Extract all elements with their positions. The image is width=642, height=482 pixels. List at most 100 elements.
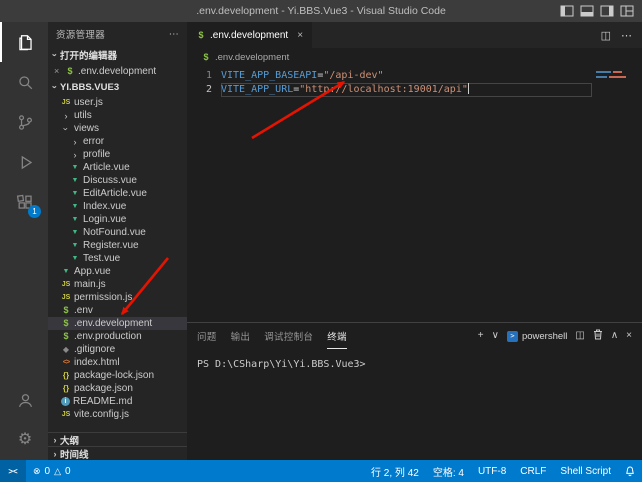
tree-file-Article.vue[interactable]: ▼Article.vue [48,161,187,174]
file-label: EditArticle.vue [83,188,147,199]
open-editor-label: .env.development [78,66,156,77]
maximize-panel-icon[interactable]: ∧ [611,331,618,341]
split-editor-icon[interactable]: ◫ [601,29,611,42]
close-panel-icon[interactable]: × [626,331,632,341]
code-editor[interactable]: 1VITE_APP_BASEAPI="/api-dev"2VITE_APP_UR… [187,66,642,322]
js-file-icon: JS [61,281,71,288]
sidebar-title-row: 资源管理器 ⋯ [48,22,187,46]
tree-file-App.vue[interactable]: ▼App.vue [48,265,187,278]
encoding-status[interactable]: UTF-8 [471,460,513,482]
tree-file-vite.config.js[interactable]: JSvite.config.js [48,408,187,421]
file-label: README.md [73,396,132,407]
editor-more-actions-icon[interactable]: ⋯ [621,29,632,42]
error-count: 0 [45,466,51,477]
file-label: Article.vue [83,162,130,173]
eol-status[interactable]: CRLF [513,460,553,482]
extensions-icon[interactable]: 1 [0,182,48,222]
tree-folder-profile[interactable]: ›profile [48,148,187,161]
panel-tab-问题[interactable]: 问题 [197,323,217,349]
toggle-sidebar-icon[interactable] [560,5,574,17]
tree-file-.gitignore[interactable]: ◆.gitignore [48,343,187,356]
run-debug-icon[interactable] [0,142,48,182]
panel-tabs: 问题输出调试控制台终端 [197,323,347,349]
tree-file-Login.vue[interactable]: ▼Login.vue [48,213,187,226]
tree-file-package.json[interactable]: {}package.json [48,382,187,395]
settings-gear-icon[interactable]: ⚙ [0,420,48,460]
source-control-icon[interactable] [0,102,48,142]
minimap[interactable] [596,71,634,81]
tree-file-NotFound.vue[interactable]: ▼NotFound.vue [48,226,187,239]
vue-file-icon: ▼ [70,190,80,197]
remote-indicator-icon[interactable]: >< [0,460,26,482]
tree-folder-error[interactable]: ›error [48,135,187,148]
kill-terminal-icon[interactable] [593,329,603,343]
terminal-instance-powershell[interactable]: > powershell [507,331,567,342]
timeline-section-header[interactable]: › 时间线 [48,446,187,460]
shell-file-icon: $ [61,306,71,315]
tree-file-package-lock.json[interactable]: {}package-lock.json [48,369,187,382]
customize-layout-icon[interactable] [620,5,634,17]
tree-file-.env.production[interactable]: $.env.production [48,330,187,343]
breadcrumb[interactable]: $ .env.development [187,48,642,66]
problems-status[interactable]: ⊗ 0 △ 0 [26,460,78,482]
warning-count: 0 [65,466,71,477]
toggle-panel-icon[interactable] [580,5,594,17]
split-terminal-icon[interactable]: ◫ [575,331,584,341]
notifications-bell-icon[interactable] [618,460,642,482]
sidebar-more-actions-icon[interactable]: ⋯ [169,29,179,40]
tree-file-Index.vue[interactable]: ▼Index.vue [48,200,187,213]
file-label: utils [74,110,92,121]
tree-file-Discuss.vue[interactable]: ▼Discuss.vue [48,174,187,187]
chevron-right-icon: › [70,150,80,160]
open-editors-header[interactable]: › 打开的编辑器 [48,46,187,64]
tree-folder-utils[interactable]: ›utils [48,109,187,122]
chevron-down-icon: › [50,82,60,92]
explorer-icon[interactable] [0,22,48,62]
outline-section-header[interactable]: › 大纲 [48,432,187,446]
close-icon[interactable]: × [54,66,62,76]
panel-tab-调试控制台[interactable]: 调试控制台 [264,323,313,349]
new-terminal-icon[interactable]: + [478,331,484,341]
tree-file-Register.vue[interactable]: ▼Register.vue [48,239,187,252]
open-editor-item[interactable]: × $ .env.development [48,64,187,78]
tree-file-permission.js[interactable]: JSpermission.js [48,291,187,304]
tree-file-Test.vue[interactable]: ▼Test.vue [48,252,187,265]
indentation-status[interactable]: 空格: 4 [426,460,471,482]
tree-file-index.html[interactable]: <>index.html [48,356,187,369]
terminal-profile-dropdown-icon[interactable]: ∨ [492,331,499,341]
shell-file-icon: $ [61,319,71,328]
toggle-secondary-sidebar-icon[interactable] [600,5,614,17]
chevron-down-icon: › [61,124,71,134]
project-section-header[interactable]: › YI.BBS.VUE3 [48,78,187,96]
line-number: 1 [187,69,221,83]
panel-tab-终端[interactable]: 终端 [327,323,347,349]
extensions-badge: 1 [28,205,41,218]
panel-tab-输出[interactable]: 输出 [231,323,251,349]
chevron-down-icon: › [50,50,60,60]
tree-file-.env.development[interactable]: $.env.development [48,317,187,330]
cursor-position-status[interactable]: 行 2, 列 42 [364,460,426,482]
file-label: profile [83,149,110,160]
json-file-icon: {} [61,385,71,393]
search-icon[interactable] [0,62,48,102]
tree-file-EditArticle.vue[interactable]: ▼EditArticle.vue [48,187,187,200]
tree-file-.env[interactable]: $.env [48,304,187,317]
terminal-output[interactable]: PS D:\CSharp\Yi\Yi.BBS.Vue3> [187,349,642,460]
tree-folder-views[interactable]: ›views [48,122,187,135]
language-mode-status[interactable]: Shell Script [553,460,618,482]
file-label: Index.vue [83,201,126,212]
tab-close-icon[interactable]: × [297,30,303,41]
breadcrumb-item: .env.development [215,52,289,63]
js-file-icon: JS [61,294,71,301]
tree-file-main.js[interactable]: JSmain.js [48,278,187,291]
tree-file-README.md[interactable]: iREADME.md [48,395,187,408]
tab-label: .env.development [210,30,288,41]
tab-env-development[interactable]: $ .env.development × [187,22,312,48]
code-line-1[interactable]: 1VITE_APP_BASEAPI="/api-dev" [187,69,642,83]
sidebar-bottom-sections: › 大纲 › 时间线 [48,432,187,460]
account-icon[interactable] [0,380,48,420]
vue-file-icon: ▼ [61,268,71,275]
code-line-2[interactable]: 2VITE_APP_URL="http://localhost:19001/ap… [187,83,642,97]
tree-file-user.js[interactable]: JSuser.js [48,96,187,109]
file-label: .env [74,305,93,316]
